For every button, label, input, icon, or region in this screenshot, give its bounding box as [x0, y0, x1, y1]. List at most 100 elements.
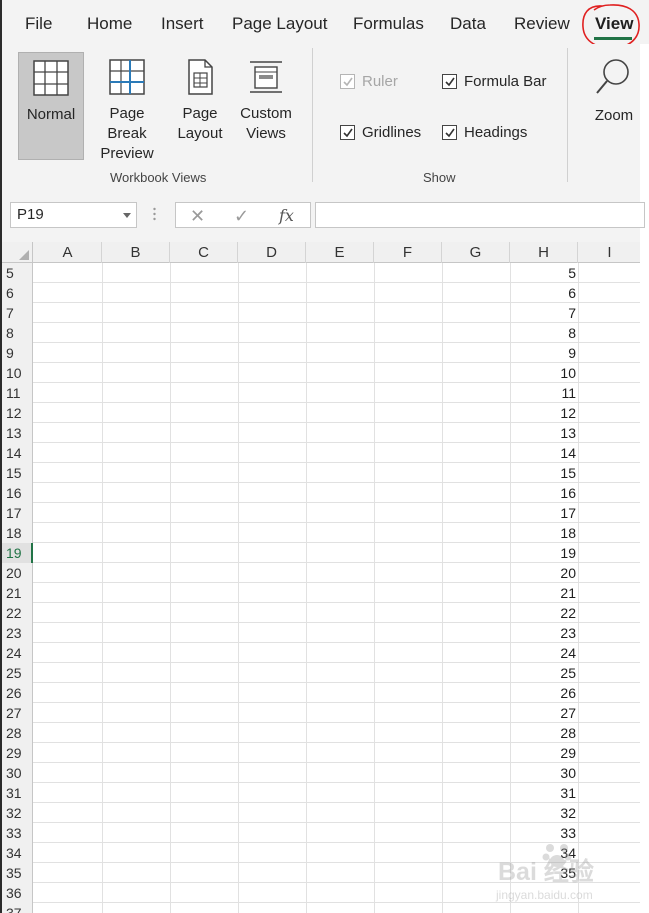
cell-h[interactable]: 9 [510, 343, 576, 363]
column-header-i[interactable]: I [578, 242, 640, 263]
row-header[interactable]: 24 [2, 643, 33, 663]
cell-h[interactable]: 34 [510, 843, 576, 863]
page-break-preview-button[interactable]: Page Break Preview [88, 52, 166, 162]
headings-checkbox[interactable]: Headings [442, 124, 527, 141]
column-header-h[interactable]: H [510, 242, 578, 263]
normal-view-button[interactable]: Normal [18, 52, 84, 160]
row-header[interactable]: 12 [2, 403, 33, 423]
row-header[interactable]: 8 [2, 323, 33, 343]
cell-h[interactable]: 10 [510, 363, 576, 383]
cell-h[interactable]: 18 [510, 523, 576, 543]
row-header[interactable]: 31 [2, 783, 33, 803]
tab-data[interactable]: Data [450, 14, 486, 34]
row-header[interactable]: 29 [2, 743, 33, 763]
column-header-f[interactable]: F [374, 242, 442, 263]
column-header-d[interactable]: D [238, 242, 306, 263]
cell-h[interactable] [510, 883, 576, 903]
row-header[interactable]: 20 [2, 563, 33, 583]
cell-h[interactable]: 12 [510, 403, 576, 423]
tab-formulas[interactable]: Formulas [353, 14, 424, 34]
row-header[interactable]: 34 [2, 843, 33, 863]
cell-h[interactable]: 23 [510, 623, 576, 643]
worksheet-grid[interactable]: A B C D E F G H I 5 5 6 6 7 7 8 8 9 9 10 10 11 11 12 12… [0, 242, 640, 913]
row-header[interactable]: 21 [2, 583, 33, 603]
chevron-down-icon[interactable] [123, 213, 131, 218]
row-header[interactable]: 18 [2, 523, 33, 543]
cell-h[interactable]: 35 [510, 863, 576, 883]
cell-h[interactable]: 11 [510, 383, 576, 403]
tab-insert[interactable]: Insert [161, 14, 204, 34]
cell-h[interactable]: 25 [510, 663, 576, 683]
cell-h[interactable]: 28 [510, 723, 576, 743]
cell-h[interactable]: 22 [510, 603, 576, 623]
row-header[interactable]: 11 [2, 383, 33, 403]
gridlines-checkbox[interactable]: Gridlines [340, 124, 421, 141]
column-header-b[interactable]: B [102, 242, 170, 263]
row-header[interactable]: 16 [2, 483, 33, 503]
row-header[interactable]: 35 [2, 863, 33, 883]
row-header[interactable]: 17 [2, 503, 33, 523]
row-header[interactable]: 14 [2, 443, 33, 463]
tab-home[interactable]: Home [87, 14, 132, 34]
formula-bar-checkbox[interactable]: Formula Bar [442, 73, 547, 90]
cell-h[interactable]: 27 [510, 703, 576, 723]
row-header[interactable]: 5 [2, 263, 33, 283]
column-header-a[interactable]: A [34, 242, 102, 263]
row-header[interactable]: 19 [2, 543, 33, 563]
enter-icon[interactable]: ✓ [234, 206, 249, 227]
cell-h[interactable]: 30 [510, 763, 576, 783]
cell-h[interactable]: 15 [510, 463, 576, 483]
row-header[interactable]: 25 [2, 663, 33, 683]
cell-h[interactable]: 16 [510, 483, 576, 503]
custom-views-button[interactable]: Custom Views [234, 52, 298, 160]
cell-h[interactable]: 13 [510, 423, 576, 443]
row-header[interactable]: 10 [2, 363, 33, 383]
row-header[interactable]: 6 [2, 283, 33, 303]
cell-h[interactable]: 17 [510, 503, 576, 523]
cell-h[interactable]: 8 [510, 323, 576, 343]
name-box[interactable]: P19 [10, 202, 137, 228]
row-header[interactable]: 36 [2, 883, 33, 903]
cell-h[interactable]: 7 [510, 303, 576, 323]
row-header[interactable]: 28 [2, 723, 33, 743]
page-layout-view-button[interactable]: Page Layout [170, 52, 230, 160]
gridline [578, 343, 579, 363]
row-header[interactable]: 7 [2, 303, 33, 323]
tab-file[interactable]: File [25, 14, 52, 34]
row-header[interactable]: 32 [2, 803, 33, 823]
cell-h[interactable]: 29 [510, 743, 576, 763]
row-header[interactable]: 9 [2, 343, 33, 363]
row-header[interactable]: 26 [2, 683, 33, 703]
cell-h[interactable]: 5 [510, 263, 576, 283]
cell-h[interactable]: 21 [510, 583, 576, 603]
cancel-icon[interactable]: ✕ [190, 206, 205, 227]
insert-function-icon[interactable]: fx [279, 206, 294, 225]
zoom-button[interactable]: Zoom [588, 52, 640, 160]
row-header[interactable]: 23 [2, 623, 33, 643]
tab-page-layout[interactable]: Page Layout [232, 14, 327, 34]
row-header[interactable]: 15 [2, 463, 33, 483]
select-all-button[interactable] [2, 242, 33, 263]
cell-h[interactable]: 24 [510, 643, 576, 663]
cell-h[interactable]: 26 [510, 683, 576, 703]
cell-h[interactable]: 32 [510, 803, 576, 823]
cell-h[interactable]: 14 [510, 443, 576, 463]
column-header-g[interactable]: G [442, 242, 510, 263]
cell-h[interactable] [510, 903, 576, 913]
row-header[interactable]: 13 [2, 423, 33, 443]
row-header[interactable]: 37 [2, 903, 33, 913]
cell-h[interactable]: 31 [510, 783, 576, 803]
formula-bar-grip-icon[interactable] [153, 206, 156, 222]
row-header[interactable]: 27 [2, 703, 33, 723]
tab-review[interactable]: Review [514, 14, 570, 34]
row-header[interactable]: 22 [2, 603, 33, 623]
cell-h[interactable]: 33 [510, 823, 576, 843]
cell-h[interactable]: 19 [510, 543, 576, 563]
row-header[interactable]: 30 [2, 763, 33, 783]
cell-h[interactable]: 6 [510, 283, 576, 303]
column-header-e[interactable]: E [306, 242, 374, 263]
row-header[interactable]: 33 [2, 823, 33, 843]
column-header-c[interactable]: C [170, 242, 238, 263]
cell-h[interactable]: 20 [510, 563, 576, 583]
formula-input[interactable] [315, 202, 645, 228]
